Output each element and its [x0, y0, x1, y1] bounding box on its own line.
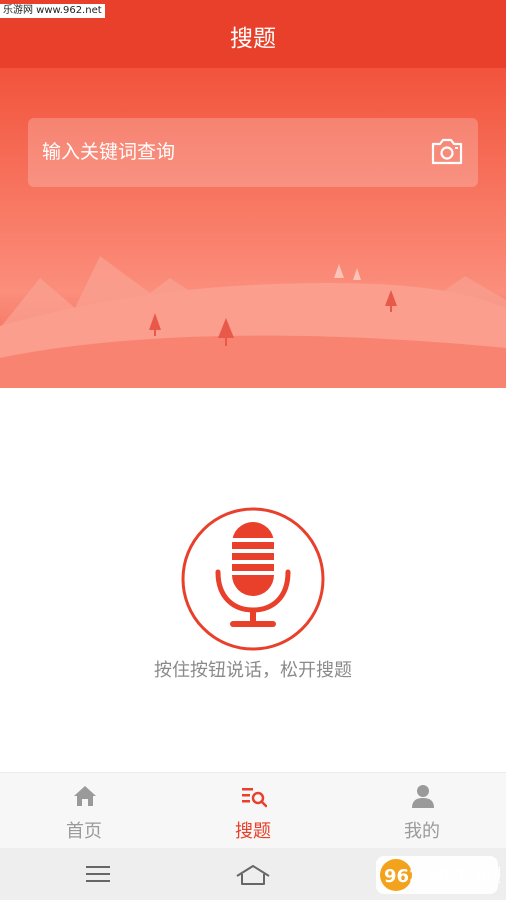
logo-text: 962.NET 乐游网: [384, 865, 500, 887]
camera-icon[interactable]: [430, 136, 464, 166]
microphone-icon[interactable]: [180, 506, 326, 652]
tab-profile[interactable]: 我的: [338, 773, 506, 849]
menu-icon[interactable]: [78, 860, 118, 888]
landscape-illustration: [0, 256, 506, 388]
tab-profile-label: 我的: [404, 821, 440, 842]
home-nav-icon[interactable]: [233, 860, 273, 888]
tab-search-label: 搜题: [235, 821, 271, 842]
watermark: 乐游网 www.962.net: [0, 4, 105, 18]
home-icon: [74, 786, 96, 806]
search-bar[interactable]: 输入关键词查询: [28, 118, 478, 187]
search-list-icon: [242, 788, 267, 808]
voice-search-area: 按住按钮说话，松开搜题: [0, 388, 506, 772]
voice-hint: 按住按钮说话，松开搜题: [154, 660, 352, 681]
search-hero: 输入关键词查询: [0, 68, 506, 388]
tab-home[interactable]: 首页: [0, 773, 168, 849]
user-icon: [412, 785, 434, 808]
search-input[interactable]: 输入关键词查询: [42, 118, 175, 187]
site-logo: 962.NET 乐游网: [376, 856, 500, 894]
bottom-tab-bar: 首页 搜题 我的: [0, 772, 506, 849]
tab-home-label: 首页: [66, 821, 102, 842]
tab-search[interactable]: 搜题: [169, 773, 337, 849]
